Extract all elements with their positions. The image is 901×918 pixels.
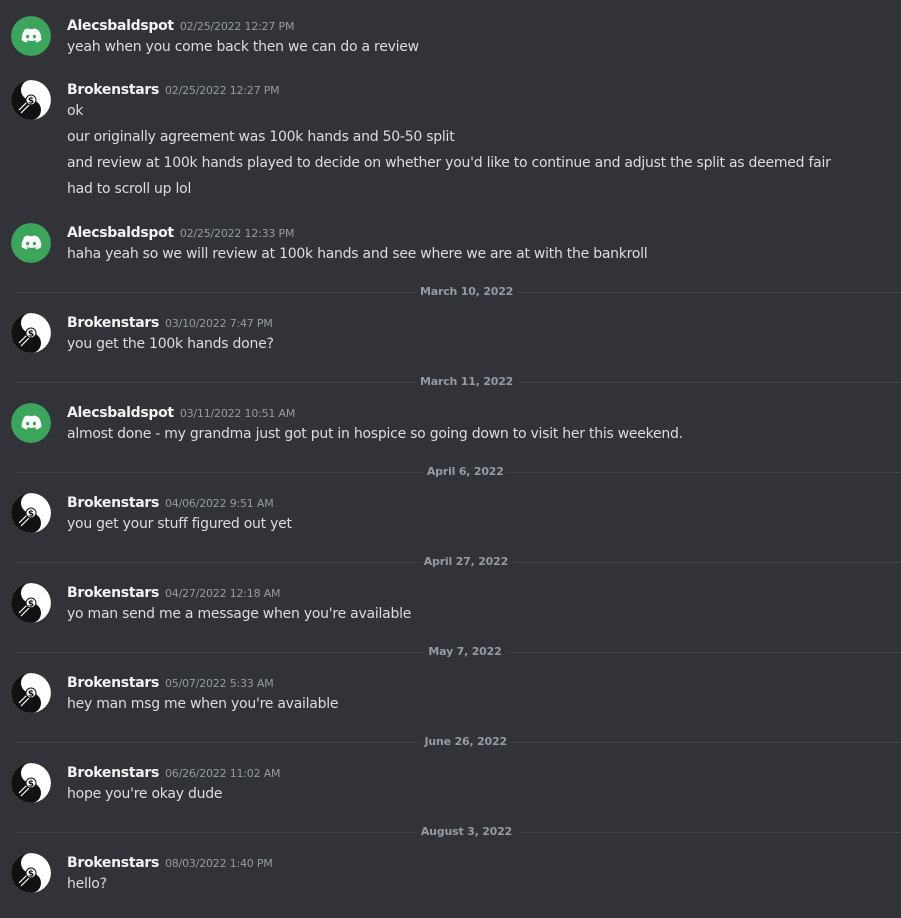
timestamp: 02/25/2022 12:33 PM — [179, 227, 295, 240]
avatar[interactable]: $ — [11, 673, 51, 713]
date-divider: April 27, 2022 — [16, 555, 901, 569]
author-name[interactable]: Brokenstars — [67, 675, 159, 691]
message-header: Alecsbaldspot 02/25/2022 12:33 PM — [67, 222, 294, 242]
svg-text:$: $ — [28, 97, 34, 107]
yin-yang-dollar-icon: $ — [11, 763, 51, 803]
author-name[interactable]: Alecsbaldspot — [67, 225, 174, 241]
timestamp: 03/10/2022 7:47 PM — [165, 317, 273, 330]
yin-yang-dollar-icon: $ — [11, 673, 51, 713]
message-header: Alecsbaldspot 03/11/2022 10:51 AM — [67, 402, 295, 422]
author-name[interactable]: Alecsbaldspot — [67, 18, 174, 34]
avatar[interactable]: $ — [11, 853, 51, 893]
avatar[interactable]: $ — [11, 80, 51, 120]
yin-yang-dollar-icon: $ — [11, 583, 51, 623]
author-name[interactable]: Alecsbaldspot — [67, 405, 174, 421]
author-name[interactable]: Brokenstars — [67, 82, 159, 98]
message-header: Brokenstars 03/10/2022 7:47 PM — [67, 312, 273, 332]
timestamp: 04/27/2022 12:18 AM — [165, 587, 281, 600]
message-header: Brokenstars 08/03/2022 1:40 PM — [67, 852, 273, 872]
chat-message-list: Alecsbaldspot 02/25/2022 12:27 PM yeah wh… — [0, 0, 901, 918]
yin-yang-dollar-icon: $ — [11, 493, 51, 533]
message-text: hello? — [67, 876, 107, 892]
author-name[interactable]: Brokenstars — [67, 855, 159, 871]
message-header: Brokenstars 04/27/2022 12:18 AM — [67, 582, 281, 602]
date-divider: May 7, 2022 — [16, 645, 901, 659]
discord-logo-icon — [11, 223, 51, 263]
message-text: our originally agreement was 100k hands … — [67, 129, 455, 145]
yin-yang-dollar-icon: $ — [11, 313, 51, 353]
timestamp: 08/03/2022 1:40 PM — [165, 857, 273, 870]
date-divider-label: May 7, 2022 — [424, 645, 506, 659]
message-text: you get your stuff figured out yet — [67, 516, 292, 532]
message-text: almost done - my grandma just got put in… — [67, 426, 683, 442]
message-text: haha yeah so we will review at 100k hand… — [67, 246, 648, 262]
timestamp: 02/25/2022 12:27 PM — [179, 20, 295, 33]
message-header: Brokenstars 02/25/2022 12:27 PM — [67, 79, 280, 99]
svg-text:$: $ — [28, 870, 34, 880]
message-text: hey man msg me when you're available — [67, 696, 339, 712]
svg-text:$: $ — [28, 690, 34, 700]
message-text: yeah when you come back then we can do a… — [67, 39, 419, 55]
author-name[interactable]: Brokenstars — [67, 315, 159, 331]
date-divider: April 6, 2022 — [16, 465, 901, 479]
author-name[interactable]: Brokenstars — [67, 495, 159, 511]
avatar[interactable]: $ — [11, 763, 51, 803]
yin-yang-dollar-icon: $ — [11, 853, 51, 893]
discord-logo-icon — [11, 403, 51, 443]
date-divider: March 10, 2022 — [16, 285, 901, 299]
avatar[interactable]: $ — [11, 313, 51, 353]
date-divider-label: April 27, 2022 — [419, 555, 513, 569]
message-header: Brokenstars 06/26/2022 11:02 AM — [67, 762, 281, 782]
svg-text:$: $ — [28, 780, 34, 790]
timestamp: 04/06/2022 9:51 AM — [165, 497, 274, 510]
timestamp: 05/07/2022 5:33 AM — [165, 677, 274, 690]
avatar[interactable] — [11, 223, 51, 263]
svg-text:$: $ — [28, 600, 34, 610]
svg-text:$: $ — [28, 510, 34, 520]
avatar[interactable] — [11, 403, 51, 443]
message-header: Brokenstars 05/07/2022 5:33 AM — [67, 672, 274, 692]
date-divider-label: April 6, 2022 — [422, 465, 508, 479]
message-text: and review at 100k hands played to decid… — [67, 155, 831, 171]
date-divider-label: June 26, 2022 — [420, 735, 511, 749]
avatar[interactable]: $ — [11, 493, 51, 533]
message-header: Brokenstars 04/06/2022 9:51 AM — [67, 492, 274, 512]
message-text: hope you're okay dude — [67, 786, 223, 802]
timestamp: 02/25/2022 12:27 PM — [165, 84, 280, 97]
author-name[interactable]: Brokenstars — [67, 765, 159, 781]
timestamp: 03/11/2022 10:51 AM — [179, 407, 296, 420]
date-divider: March 11, 2022 — [16, 375, 901, 389]
message-text: had to scroll up lol — [67, 181, 192, 197]
svg-text:$: $ — [28, 330, 34, 340]
author-name[interactable]: Brokenstars — [67, 585, 159, 601]
date-divider-label: August 3, 2022 — [416, 825, 517, 839]
yin-yang-dollar-icon: $ — [11, 80, 51, 120]
avatar[interactable] — [11, 16, 51, 56]
date-divider-label: March 10, 2022 — [416, 285, 518, 299]
date-divider: June 26, 2022 — [16, 735, 901, 749]
message-text: you get the 100k hands done? — [67, 336, 274, 352]
message-header: Alecsbaldspot 02/25/2022 12:27 PM — [67, 15, 294, 35]
date-divider-label: March 11, 2022 — [416, 375, 518, 389]
date-divider: August 3, 2022 — [16, 825, 901, 839]
discord-logo-icon — [11, 16, 51, 56]
timestamp: 06/26/2022 11:02 AM — [165, 767, 281, 780]
message-text: yo man send me a message when you're ava… — [67, 606, 412, 622]
avatar[interactable]: $ — [11, 583, 51, 623]
message-text: ok — [67, 103, 84, 119]
